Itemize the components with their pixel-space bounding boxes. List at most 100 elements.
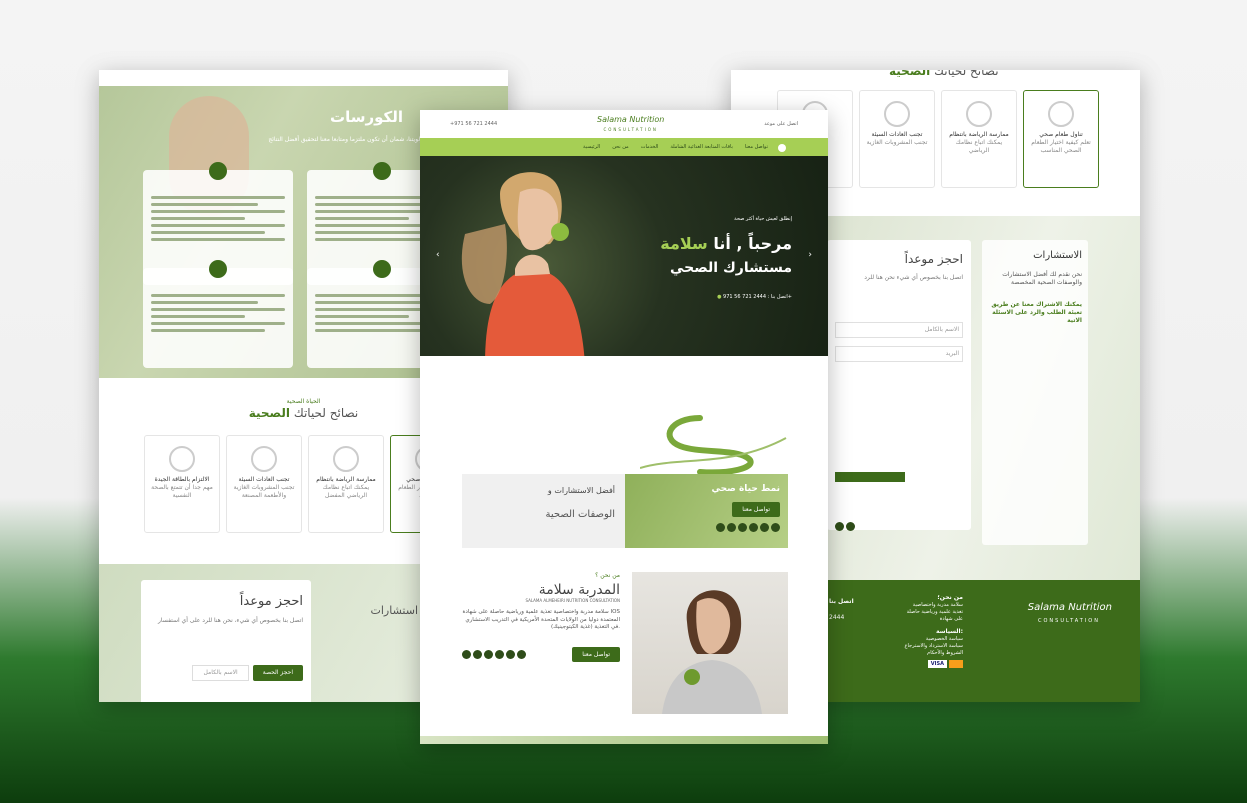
coach-photo [632, 572, 788, 714]
no-smoking-icon [884, 101, 910, 127]
brand-name: Salama Nutrition [597, 115, 665, 124]
consult-title: استشارات [370, 604, 418, 617]
apple-icon [373, 162, 391, 180]
chevron-left-icon[interactable]: ‹ [436, 250, 440, 260]
snapchat-icon[interactable] [495, 650, 504, 660]
social-icons [835, 522, 963, 532]
consult-title: الاستشارات [1033, 250, 1082, 261]
contact-us-button[interactable]: تواصل معنا [732, 502, 780, 517]
appt-title: احجز موعداً [904, 252, 963, 266]
nav-item-home[interactable]: الرئيسية [583, 144, 600, 150]
brand-sub: CONSULTATION [603, 127, 658, 132]
tips-title-b: الصحية [248, 406, 290, 421]
consult-desc: نحن نقدم لك أفضل الاستشارات والوصفات الص… [1002, 271, 1082, 287]
footer-link[interactable]: سياسة الخصوصية [903, 636, 963, 643]
tip-card[interactable]: ممارسة الرياضة بانتظام يمكنك اتباع نظامك … [941, 90, 1017, 188]
main-nav: الرئيسية من نحن الخدمات باقات المتابعة ا… [420, 138, 828, 156]
nav-item-contact[interactable]: تواصل معنا [745, 144, 768, 150]
about-kicker: من نحن ؟ [595, 572, 620, 579]
telegram-icon[interactable] [462, 650, 471, 660]
name-field[interactable]: الاسم بالكامل [835, 322, 963, 339]
tip-card[interactable]: تجنب العادات السيئة تجنب المشروبات الغازي… [859, 90, 935, 188]
tip-desc: يمكنك اتباع نظامك الرياضي المفضل [322, 484, 370, 500]
tip-desc: مهم جدا أن تتمتع بالصحة النفسية [151, 484, 213, 500]
topbar-cta: اتصل على موعد [764, 121, 798, 127]
telegram-icon[interactable] [716, 523, 725, 532]
edit-icon [209, 162, 227, 180]
search-icon[interactable] [778, 144, 786, 152]
tip-desc: تجنب المشروبات الغازية والأطعمة المصنعة [233, 484, 295, 500]
tip-title: ممارسة الرياضة بانتظام [949, 131, 1009, 138]
tip-card[interactable]: ممارسة الرياضة بانتظام يمكنك اتباع نظامك … [308, 435, 384, 533]
food-bowl-icon [1048, 101, 1074, 127]
band-left-a: أفضل الاستشارات و [547, 486, 615, 495]
hero-subheading: مستشارك الصحي [669, 260, 792, 276]
instagram-icon[interactable] [484, 650, 493, 660]
hero-heading-a: مرحباً , أنا [713, 234, 792, 253]
appt-desc: اتصل بنا بخصوص أي شيء نحن هنا للرد [864, 274, 963, 281]
nav-item-services[interactable]: الخدمات [641, 144, 659, 150]
appointment-card: احجز موعداً اتصل بنا بخصوص أي شيء نحن هن… [827, 240, 971, 532]
about-contact-button[interactable]: تواصل معنا [572, 647, 620, 663]
footer-brand-sub: CONSULTATION [1037, 618, 1100, 624]
about-sub: SALAMA ALMEHEIRI NUTRITION CONSULTATION [525, 598, 620, 604]
nav-item-about[interactable]: من نحن [612, 144, 629, 150]
telegram-icon[interactable] [846, 522, 855, 532]
band-left: أفضل الاستشارات و الوصفات الصحية [462, 474, 625, 548]
tip-title: تناول طعام صحي [1039, 131, 1083, 138]
footer-policy-title: السياسة: [935, 628, 963, 636]
chevron-right-icon[interactable]: › [808, 250, 812, 260]
band-right-title: نمط حياة صحي [711, 484, 780, 494]
tiktok-icon[interactable] [473, 650, 482, 660]
dumbbell-icon [966, 101, 992, 127]
energy-icon [169, 446, 195, 472]
tip-desc: يمكنك اتباع نظامك الرياضي [955, 139, 1003, 155]
whatsapp-icon[interactable] [760, 523, 769, 532]
instagram-icon[interactable] [738, 523, 747, 532]
social-icons [462, 650, 526, 660]
youtube-icon[interactable] [771, 523, 780, 532]
hero-call: ● اتصل بنا : 2444 721 56 971+ [717, 294, 792, 300]
about-text: من نحن ؟ المدربة سلامة SALAMA ALMEHEIRI … [462, 572, 620, 663]
footer-link[interactable]: سياسة الاسترداد والاسترجاع [903, 643, 963, 650]
tip-card[interactable]: تناول طعام صحيتعلم كيفية اختيار الطعام ا… [1023, 90, 1099, 188]
band-right: نمط حياة صحي تواصل معنا [625, 474, 788, 548]
footer-about-desc: سلامة مدربة واختصاصية تغذية علمية ورياضي… [906, 602, 963, 622]
tip-title: ممارسة الرياضة بانتظام [316, 476, 376, 483]
footer-link[interactable]: الشروط والأحكام [903, 650, 963, 657]
dumbbell-icon [209, 260, 227, 278]
whatsapp-icon[interactable] [506, 650, 515, 660]
hero-heading: مرحباً , أنا سلامة [660, 234, 792, 253]
tiktok-icon[interactable] [727, 523, 736, 532]
services-band: أفضل الاستشارات و الوصفات الصحية نمط حيا… [462, 474, 788, 548]
consult-link[interactable]: يمكنك الاشتراك معنا عن طريق تعبئة الطلب … [988, 301, 1082, 325]
submit-button[interactable] [835, 472, 905, 483]
tip-title: تجنب العادات السيئة [871, 131, 923, 138]
chat-icon [373, 260, 391, 278]
footer-phone: 2444 [829, 614, 845, 621]
hero-heading-b: سلامة [660, 234, 708, 253]
tips-title-a: نصائح لحياتك [934, 70, 999, 78]
snapchat-icon[interactable] [749, 523, 758, 532]
name-field[interactable]: الاسم بالكامل [192, 665, 249, 682]
courses-title: الكورسات [330, 108, 403, 126]
tips-title-a: نصائح لحياتك [293, 406, 359, 421]
header-logo[interactable]: Salama Nutrition CONSULTATION [597, 115, 664, 133]
tip-card[interactable]: الالتزام بالطاقة الجيدة مهم جدا أن تتمتع … [144, 435, 220, 533]
course-card[interactable] [143, 260, 293, 368]
whatsapp-icon[interactable]: ● [717, 294, 721, 300]
booking-card: احجز موعداً اتصل بنا بخصوص أي شيء، نحن ه… [141, 580, 311, 702]
instagram-icon[interactable] [835, 522, 844, 532]
email-field[interactable]: البريد [835, 346, 963, 363]
band-left-b: الوصفات الصحية [545, 509, 615, 520]
tip-card[interactable]: تجنب العادات السيئة تجنب المشروبات الغازي… [226, 435, 302, 533]
consultation-card: الاستشارات نحن نقدم لك أفضل الاستشارات و… [982, 240, 1088, 545]
youtube-icon[interactable] [517, 650, 526, 660]
tips-row: تناول طعام صحيتعلم كيفية اختيار الطعام ا… [144, 435, 466, 533]
tip-title: الالتزام بالطاقة الجيدة [154, 476, 210, 483]
tip-desc: تعلم كيفية اختيار الطعام الصحي المناسب [1031, 139, 1091, 155]
hero-section: إنطلق لعيش حياة أكثر صحة مرحباً , أنا سل… [420, 156, 828, 356]
nav-item-packages[interactable]: باقات المتابعة الغذائية الشاملة [670, 144, 732, 150]
about-section: من نحن ؟ المدربة سلامة SALAMA ALMEHEIRI … [462, 572, 788, 714]
book-session-button[interactable]: احجز الحصة [252, 665, 303, 682]
